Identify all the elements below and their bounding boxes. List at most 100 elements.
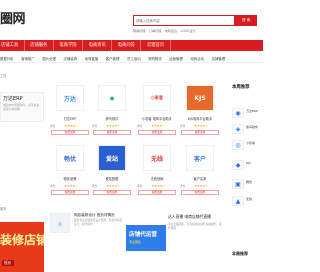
product-rating-label: 评分 xyxy=(137,184,143,188)
product-trial-button[interactable]: 免费试用 xyxy=(93,190,131,195)
recommend-item-label: KJS xyxy=(246,161,251,165)
nav-item-tools[interactable]: 店铺工具 xyxy=(0,40,25,51)
recommend-item[interactable]: ▲ 无线 xyxy=(232,196,263,210)
app-icon: ▣ xyxy=(232,179,244,189)
product-stars: ★★★★☆ xyxy=(106,123,121,128)
product-stars: ★★★★☆ xyxy=(194,183,209,188)
promo-banner-operation[interactable]: 店铺代运营 专业团队 xyxy=(126,225,166,251)
recommend-item-label: 无线 xyxy=(246,197,253,201)
product-rating-label: 评分 xyxy=(180,124,186,128)
search-box[interactable] xyxy=(133,15,236,26)
product-logo: KJS xyxy=(186,85,214,111)
recommend-item[interactable]: ◈ 蜂鸟软件 xyxy=(232,124,263,138)
promo-banner-text: 装修店铺 xyxy=(0,233,44,247)
recommend-item[interactable]: ▣ 畅优 xyxy=(232,179,263,193)
product-name: 畅优品牌 xyxy=(63,177,77,181)
featured-tool-card[interactable]: 万达ERP 电商ERP管理软件，多平台多店铺订单处理 xyxy=(0,92,44,122)
product-stars: ★★★★☆ xyxy=(194,123,209,128)
product-name: 无线营销 xyxy=(150,177,164,181)
product-name: 万达ERP xyxy=(63,117,77,121)
product-stars: ★★★★☆ xyxy=(64,123,79,128)
product-logo: 爱站 xyxy=(98,145,126,171)
hot-link[interactable]: 电商后台 xyxy=(165,29,177,33)
product-rating-label: 评分 xyxy=(180,184,186,188)
recommend-item[interactable]: ◆ KJS xyxy=(232,160,263,174)
product-name: KJS电商平台助手 xyxy=(187,117,213,121)
product-rating-label: 评分 xyxy=(137,124,143,128)
subnav-item[interactable]: 店铺管理 xyxy=(208,56,229,61)
subnav-item[interactable]: 电商活动 xyxy=(187,56,208,61)
nav-item-qa[interactable]: 电商问答 xyxy=(112,40,142,51)
product-card[interactable]: 万达 万达ERP 评分 ★★★★☆ 免费试用 xyxy=(50,85,90,145)
search-button[interactable]: 搜 索 xyxy=(235,15,257,26)
recommend-item[interactable]: ◎ 小影客 xyxy=(232,140,263,154)
recommend-item[interactable]: ◉ 万达ERP xyxy=(232,108,263,122)
recommend-item-label: 万达ERP xyxy=(246,109,258,113)
subnav-item[interactable]: 店铺装修 xyxy=(60,56,81,61)
nav-item-services[interactable]: 店铺服务 xyxy=(25,40,54,51)
service-thumbnail: 图 xyxy=(50,213,70,233)
subnav-item[interactable]: 营销推广 xyxy=(17,56,38,61)
search-input[interactable] xyxy=(136,16,236,25)
hot-link[interactable]: LOGO设计 xyxy=(181,29,196,33)
product-stars: ★★★★☆ xyxy=(151,123,166,128)
product-card[interactable]: 小影客 小影客 电商平台助手 评分 ★★★★☆ 免费试用 xyxy=(137,85,177,145)
recommend-item-label: 蜂鸟软件 xyxy=(246,125,259,129)
service-card-design[interactable]: 图 网店装修设计 首页详情页 提供专业店铺装修设计服务，首页详情页设计，提升转化 xyxy=(50,213,122,233)
product-trial-button[interactable]: 免费试用 xyxy=(93,130,131,135)
service-card-live[interactable]: 达人直播 电商店铺代直播 专业主播团队，为您提供店铺代直播服务，提升销量 xyxy=(168,214,228,260)
subnav-item[interactable]: 运营管理 xyxy=(165,56,186,61)
product-name: 小影客 电商平台助手 xyxy=(142,117,172,121)
app-icon: ▲ xyxy=(232,196,244,206)
featured-tool-desc: 电商ERP管理软件，多平台多店铺订单处理 xyxy=(3,103,40,111)
product-logo: ◆ xyxy=(98,85,126,111)
site-logo[interactable]: 圈网 xyxy=(0,8,26,27)
weekly-recommend-title: 本周推荐 xyxy=(232,85,250,90)
promo-banner-decoration[interactable]: 装修店铺 低价 xyxy=(0,222,44,272)
service-desc: 提供专业店铺装修设计服务，首页详情页设计，提升转化 xyxy=(74,218,123,226)
hot-link[interactable]: 订单管理 xyxy=(149,29,161,33)
weekly-recommend: 本周推荐 ◉ 万达ERP ◈ 蜂鸟软件 ◎ 小影客 ◆ KJS ▣ 畅优 ▲ 无… xyxy=(232,84,263,206)
product-name: 蜂鸟软件 xyxy=(105,117,119,121)
promo-banner-badge: 专业团队 xyxy=(129,240,142,244)
recommend-item-label: 小影客 xyxy=(246,141,256,145)
hot-link[interactable]: 畅销管理 xyxy=(133,29,145,33)
featured-tool-title: 万达ERP xyxy=(3,96,23,102)
product-trial-button[interactable]: 免费试用 xyxy=(51,130,89,135)
subnav-item[interactable]: 员工培训 xyxy=(123,56,144,61)
product-trial-button[interactable]: 免费试用 xyxy=(51,190,89,195)
nav-item-news[interactable]: 电商资讯 xyxy=(83,40,113,51)
subnav-item[interactable]: 电商直播 xyxy=(81,56,102,61)
product-card[interactable]: 畅优 畅优品牌 评分 ★★★★☆ 免费试用 xyxy=(50,145,90,205)
subnav-item[interactable]: 采购物流 xyxy=(144,56,165,61)
app-icon: ◎ xyxy=(232,140,244,150)
product-name: 爱站数据 xyxy=(105,177,119,181)
subnav-item[interactable]: 客户管理 xyxy=(102,56,123,61)
product-logo: 畅优 xyxy=(56,145,84,171)
app-icon: ◉ xyxy=(232,108,244,118)
product-trial-button[interactable]: 免费试用 xyxy=(181,130,219,135)
promo-banner-tag: 低价 xyxy=(2,260,14,266)
product-logo: 万达 xyxy=(56,85,84,111)
product-rating-label: 评分 xyxy=(92,184,98,188)
subnav-item[interactable]: 数据分析 xyxy=(0,56,17,61)
app-icon: ◆ xyxy=(232,160,244,170)
nav-item-academy[interactable]: 电商学院 xyxy=(54,40,84,51)
sub-nav: 数据分析 营销推广 图片处理 店铺装修 电商直播 客户管理 员工培训 采购物流 … xyxy=(0,54,263,63)
product-card[interactable]: 客户 客户买家 评分 ★★★★☆ 免费试用 xyxy=(180,145,220,205)
product-trial-button[interactable]: 免费试用 xyxy=(181,190,219,195)
product-stars: ★★★★☆ xyxy=(106,183,121,188)
product-card[interactable]: 爱站 爱站数据 评分 ★★★★☆ 免费试用 xyxy=(92,145,132,205)
service-desc: 专业主播团队，为您提供店铺代直播服务，提升销量 xyxy=(168,222,222,230)
section-label-services: 服务 xyxy=(0,207,7,211)
product-trial-button[interactable]: 免费试用 xyxy=(138,190,176,195)
product-trial-button[interactable]: 免费试用 xyxy=(138,130,176,135)
nav-item-home[interactable]: 云猎首页 xyxy=(141,40,171,51)
product-logo: 客户 xyxy=(186,145,214,171)
subnav-item[interactable]: 图片处理 xyxy=(39,56,60,61)
product-rating-label: 评分 xyxy=(50,124,56,128)
product-card[interactable]: ◆ 蜂鸟软件 评分 ★★★★☆ 免费试用 xyxy=(92,85,132,145)
promo-banner-text: 店铺代运营 xyxy=(129,232,157,238)
product-card[interactable]: 无线 无线营销 评分 ★★★★☆ 免费试用 xyxy=(137,145,177,205)
product-card[interactable]: KJS KJS电商平台助手 评分 ★★★★☆ 免费试用 xyxy=(180,85,220,145)
